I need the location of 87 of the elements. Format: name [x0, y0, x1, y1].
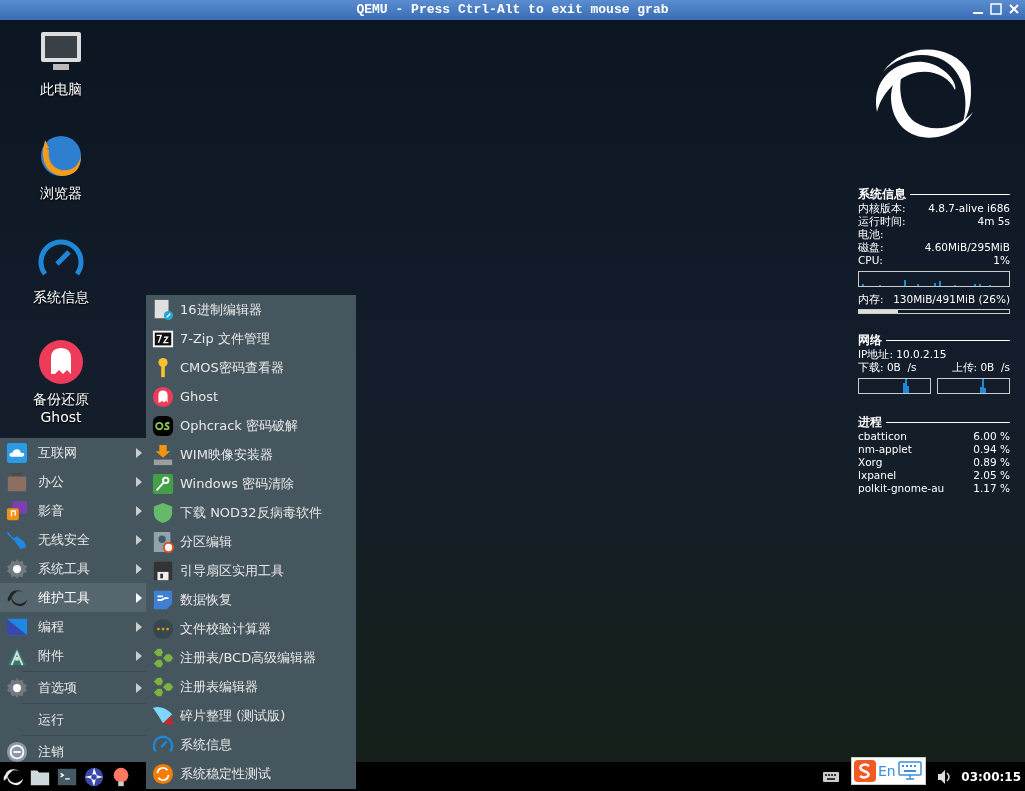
menu-item[interactable]: 附件 [0, 641, 146, 670]
menu-item[interactable]: 影音 [0, 496, 146, 525]
window-title: QEMU - Press Ctrl-Alt to exit mouse grab [356, 1, 669, 20]
menu-item[interactable]: 引导扇区实用工具 [146, 556, 356, 585]
process-cpu: 2.05 % [973, 469, 1010, 482]
menu-item[interactable]: 运行 [0, 705, 146, 734]
binary-file-icon [152, 298, 174, 321]
ghost-icon [152, 385, 174, 408]
gear-icon [6, 557, 28, 580]
section-heading: 进程 [858, 416, 882, 429]
os-icon [152, 414, 174, 437]
menu-item[interactable]: 互联网 [0, 438, 146, 467]
key-icon [152, 472, 174, 495]
menu-item[interactable]: 16进制编辑器 [146, 295, 356, 324]
dots-icon [152, 617, 174, 640]
menu-item[interactable]: 数据恢复 [146, 585, 356, 614]
close-icon[interactable] [1007, 2, 1021, 16]
menu-item[interactable]: 注销 [0, 737, 146, 766]
menu-item[interactable]: 文件校验计算器 [146, 614, 356, 643]
menu-item[interactable]: 注册表编辑器 [146, 672, 356, 701]
desktop-icon-label[interactable]: 备份还原 Ghost [33, 390, 89, 426]
input-method-popup[interactable]: En [851, 757, 926, 785]
upload-rate: 上传: 0B /s [951, 361, 1010, 374]
floppy-icon [152, 559, 174, 582]
menu-item[interactable]: 办公 [0, 467, 146, 496]
info-value: 4.8.7-alive i686 [928, 202, 1010, 215]
desktop-icon-label[interactable]: 此电脑 [40, 80, 82, 98]
clock[interactable]: 03:00:15 [961, 767, 1021, 786]
gear-icon [6, 676, 28, 699]
info-value: 4m 5s [977, 215, 1010, 228]
menu-item[interactable]: 系统稳定性测试 [146, 759, 356, 788]
info-value: 130MiB/491MiB (26%) [893, 293, 1010, 306]
wrench-document-icon [152, 588, 174, 611]
info-label: 运行时间: [858, 215, 906, 228]
info-label: 磁盘: [858, 241, 884, 254]
menu-item[interactable]: Ghost [146, 382, 356, 411]
process-cpu: 0.89 % [973, 456, 1010, 469]
menu-item[interactable]: 注册表/BCD高级编辑器 [146, 643, 356, 672]
info-label: 内核版本: [858, 202, 906, 215]
sogou-logo-icon [854, 760, 876, 782]
menu-item[interactable]: 无线安全 [0, 525, 146, 554]
hexagons-icon [152, 646, 174, 669]
process-name: polkit-gnome-au [858, 482, 945, 495]
menu-item[interactable]: 分区编辑 [146, 527, 356, 556]
process-name: lxpanel [858, 469, 897, 482]
menu-item[interactable]: Windows 密码清除 [146, 469, 356, 498]
menu-item[interactable]: Ophcrack 密码破解 [146, 411, 356, 440]
info-value: 4.60MiB/295MiB [924, 241, 1010, 254]
process-name: cbatticon [858, 430, 907, 443]
info-label: 内存: [858, 293, 884, 306]
menu-item[interactable]: 7-Zip 文件管理 [146, 324, 356, 353]
hexagons-icon [152, 675, 174, 698]
aperture-icon[interactable] [83, 765, 105, 788]
info-value: IP地址: 10.0.2.15 [858, 348, 948, 361]
menu-item[interactable]: 下载 NOD32反病毒软件 [146, 498, 356, 527]
menu-item[interactable]: CMOS密码查看器 [146, 353, 356, 382]
input-language: En [878, 761, 896, 781]
desktop-icon-label[interactable]: 系统信息 [33, 288, 89, 306]
menu-item[interactable]: 首选项 [0, 673, 146, 702]
cloud-icon [6, 441, 28, 464]
section-heading: 系统信息 [858, 188, 906, 201]
maximize-icon[interactable] [989, 2, 1003, 16]
menu-item[interactable]: 碎片整理 (测试版) [146, 701, 356, 730]
menu-item[interactable]: WIM映像安装器 [146, 440, 356, 469]
shield-icon [152, 501, 174, 524]
briefcase-icon [6, 470, 28, 493]
refresh-icon [152, 762, 174, 785]
process-cpu: 6.00 % [973, 430, 1010, 443]
ghost-icon[interactable] [37, 338, 85, 386]
info-label: CPU: [858, 254, 883, 267]
menu-item[interactable]: 系统工具 [0, 554, 146, 583]
media-icon [6, 499, 28, 522]
info-value: 1% [993, 254, 1010, 267]
desktop-icon-label[interactable]: 浏览器 [40, 184, 82, 202]
info-label: 电池: [858, 228, 884, 241]
process-name: nm-applet [858, 443, 912, 456]
download-icon [152, 443, 174, 466]
process-name: Xorg [858, 456, 883, 469]
menu-item[interactable]: 维护工具 [0, 583, 146, 612]
process-cpu: 1.17 % [973, 482, 1010, 495]
download-rate: 下载: 0B /s [858, 361, 917, 374]
menu-item[interactable]: 编程 [0, 612, 146, 641]
menu-item[interactable]: 系统信息 [146, 730, 356, 759]
section-heading: 网络 [858, 334, 882, 347]
process-cpu: 0.94 % [973, 443, 1010, 456]
logout-icon [6, 740, 28, 763]
keyboard-icon[interactable] [823, 770, 840, 783]
